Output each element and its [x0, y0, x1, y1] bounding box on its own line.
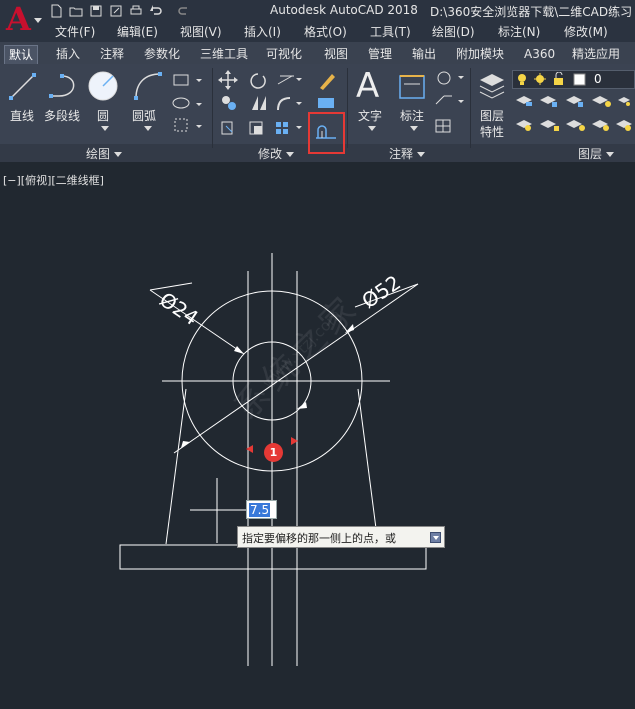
panel-separator — [470, 68, 471, 148]
draw-panel-title[interactable]: 绘图 — [86, 145, 123, 162]
menu-file[interactable]: 文件(F) — [55, 22, 95, 42]
menu-bar: 文件(F) 编辑(E) 视图(V) 插入(I) 格式(O) 工具(T) 绘图(D… — [44, 22, 635, 42]
menu-tools[interactable]: 工具(T) — [370, 22, 411, 42]
step-marker: 1 — [264, 443, 283, 462]
chevron-down-icon — [286, 152, 295, 157]
autocad-logo-icon: A — [6, 0, 31, 38]
print-icon[interactable] — [128, 3, 144, 19]
document-path: D:\360安全浏览器下载\二维CAD练习 — [430, 5, 633, 19]
modify-panel-title[interactable]: 修改 — [258, 145, 295, 162]
dimension-tool-icon[interactable] — [396, 70, 428, 102]
chevron-down-icon — [34, 18, 42, 23]
arc-tool-icon[interactable] — [132, 70, 164, 102]
menu-modify[interactable]: 修改(M) — [564, 22, 608, 42]
circle-tool-icon[interactable] — [87, 70, 119, 102]
panel-separator — [347, 68, 348, 148]
chevron-down-icon — [417, 152, 426, 157]
draw-small-tools-icon[interactable] — [172, 71, 206, 137]
layers-panel-title[interactable]: 图层 — [578, 145, 615, 162]
chevron-down-icon[interactable] — [101, 126, 109, 131]
menu-format[interactable]: 格式(O) — [304, 22, 347, 42]
menu-dimension[interactable]: 标注(N) — [498, 22, 540, 42]
text-tool-icon[interactable]: A — [356, 66, 379, 106]
annotation-panel-title[interactable]: 注释 — [389, 145, 426, 162]
chevron-down-icon[interactable] — [410, 126, 418, 131]
dim-leader-large — [173, 283, 419, 454]
title-bar: Autodesk AutoCAD 2018 D:\360安全浏览器下载\二维CA… — [0, 0, 635, 22]
offset-distance-input[interactable]: 7.5 — [246, 500, 277, 519]
tab-3d-tools[interactable]: 三维工具 — [196, 45, 252, 64]
menu-insert[interactable]: 插入(I) — [244, 22, 281, 42]
menu-draw[interactable]: 绘图(D) — [432, 22, 475, 42]
chevron-down-icon — [606, 152, 615, 157]
tab-featured-apps[interactable]: 精选应用 — [568, 45, 624, 64]
polyline-tool-icon[interactable] — [48, 70, 82, 102]
tab-parametric[interactable]: 参数化 — [140, 45, 184, 64]
tab-view[interactable]: 视图 — [320, 45, 352, 64]
circle-tool-label[interactable]: 圆 — [97, 107, 109, 124]
dim-large-text: Ø52 — [357, 270, 405, 313]
layer-properties-label-1[interactable]: 图层 — [480, 107, 504, 124]
tab-addins[interactable]: 附加模块 — [452, 45, 508, 64]
chevron-down-icon[interactable] — [144, 126, 152, 131]
dimension-tool-label[interactable]: 标注 — [400, 107, 424, 124]
ribbon-tab-bar: 默认 插入 注释 参数化 三维工具 可视化 视图 管理 输出 附加模块 A360… — [0, 42, 635, 64]
tab-manage[interactable]: 管理 — [364, 45, 396, 64]
tab-visualize[interactable]: 可视化 — [262, 45, 306, 64]
app-title: Autodesk AutoCAD 2018 — [270, 3, 418, 17]
left-leg-line — [165, 388, 187, 545]
tab-annotate[interactable]: 注释 — [96, 45, 128, 64]
annotation-small-tools-icon[interactable] — [434, 70, 468, 136]
dim-small-text: Ø24 — [155, 287, 203, 330]
tab-insert[interactable]: 插入 — [52, 45, 84, 64]
chevron-down-icon[interactable] — [368, 126, 376, 131]
open-folder-icon[interactable] — [68, 3, 84, 19]
undo-icon[interactable] — [148, 3, 164, 19]
base-rectangle — [119, 544, 427, 570]
layer-tools-icons[interactable] — [514, 92, 632, 138]
tab-default[interactable]: 默认 — [4, 45, 39, 64]
quick-access-toolbar — [48, 2, 192, 20]
save-as-icon[interactable] — [108, 3, 124, 19]
new-file-icon[interactable] — [48, 3, 64, 19]
chevron-down-icon — [114, 152, 123, 157]
menu-edit[interactable]: 编辑(E) — [117, 22, 158, 42]
cad-drawing[interactable]: Ø24 Ø52 — [0, 163, 635, 709]
menu-view[interactable]: 视图(V) — [180, 22, 222, 42]
current-layer-name: 0 — [594, 72, 602, 86]
layer-properties-label-2[interactable]: 特性 — [480, 123, 504, 140]
line-tool-label[interactable]: 直线 — [10, 107, 34, 124]
redo-icon[interactable] — [176, 3, 192, 19]
save-icon[interactable] — [88, 3, 104, 19]
offset-tool-highlight — [308, 112, 345, 154]
text-tool-label[interactable]: 文字 — [358, 107, 382, 124]
layer-properties-icon[interactable] — [476, 70, 508, 102]
tab-a360[interactable]: A360 — [520, 45, 559, 64]
polyline-tool-label[interactable]: 多段线 — [44, 107, 80, 124]
command-prompt-text: 指定要偏移的那一侧上的点，或 — [242, 532, 396, 545]
edit-tools-icon[interactable] — [316, 70, 338, 112]
modify-tools-icon[interactable] — [218, 70, 314, 140]
layer-state-icons — [518, 72, 586, 86]
line-tool-icon[interactable] — [8, 70, 38, 102]
offset-distance-value: 7.5 — [249, 503, 271, 517]
tab-output[interactable]: 输出 — [408, 45, 440, 64]
command-prompt-tooltip: 指定要偏移的那一侧上的点，或 — [237, 526, 445, 548]
right-leg-line — [357, 388, 379, 545]
application-menu-button[interactable]: A — [0, 0, 44, 42]
arc-tool-label[interactable]: 圆弧 — [132, 107, 156, 124]
panel-separator — [212, 68, 213, 148]
prompt-options-button[interactable] — [430, 532, 441, 543]
